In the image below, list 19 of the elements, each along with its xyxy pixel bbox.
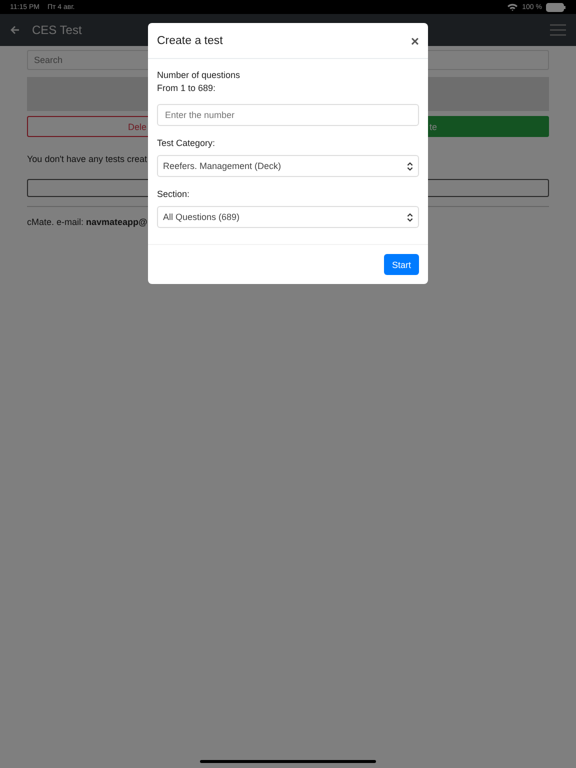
- section-label: Section:: [157, 188, 191, 201]
- category-label: Test Category:: [157, 137, 216, 150]
- category-select[interactable]: Reefers. Management (Deck): [157, 155, 419, 177]
- updown-icon: [407, 212, 413, 222]
- section-select[interactable]: All Questions (689): [157, 206, 419, 228]
- footer-text: cMate. e-mail: navmateapp@: [27, 217, 148, 227]
- close-button[interactable]: ×: [410, 34, 419, 48]
- menu-icon[interactable]: [550, 24, 566, 36]
- dialog-title: Create a test: [157, 34, 223, 46]
- count-range: From 1 to 689:: [157, 82, 217, 95]
- nav-title: CES Test: [32, 23, 82, 37]
- updown-icon: [407, 162, 413, 170]
- wifi-icon: [507, 3, 518, 11]
- number-field[interactable]: Enter the number: [157, 104, 419, 126]
- count-label: Number of questions: [157, 69, 242, 82]
- empty-message: You don't have any tests creat: [27, 154, 147, 164]
- back-arrow-icon[interactable]: [10, 25, 20, 35]
- start-button[interactable]: Start: [384, 254, 419, 275]
- battery-icon: [546, 2, 566, 12]
